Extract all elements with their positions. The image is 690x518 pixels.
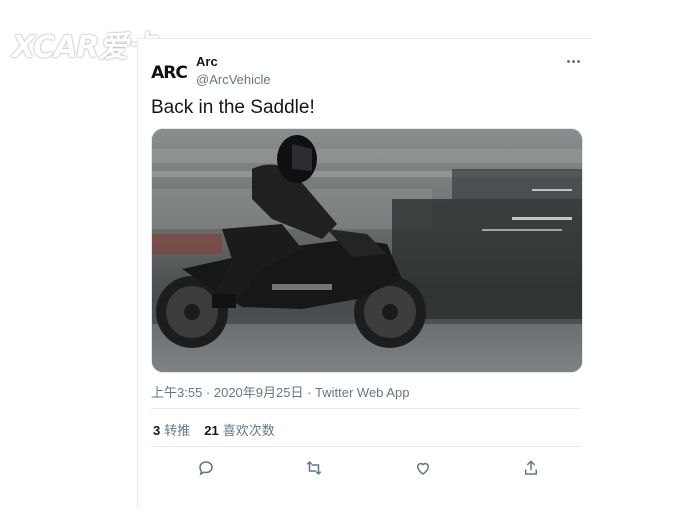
divider-top (151, 408, 581, 409)
retweet-stat[interactable]: 3 转推 (153, 420, 190, 439)
tweet-text: Back in the Saddle! (151, 97, 315, 118)
like-stat[interactable]: 21 喜欢次数 (204, 420, 274, 439)
tweet-header: ARC Arc @ArcVehicle (151, 51, 581, 91)
like-icon[interactable] (412, 457, 434, 479)
reply-icon[interactable] (195, 457, 217, 479)
tweet-actions (151, 457, 581, 481)
avatar[interactable]: ARC (151, 55, 188, 91)
motorcycle-photo (152, 129, 582, 372)
display-name[interactable]: Arc (196, 54, 218, 69)
user-handle[interactable]: @ArcVehicle (196, 72, 271, 87)
tweet-photo[interactable] (151, 128, 583, 373)
more-icon[interactable] (565, 56, 581, 66)
tweet-card: ARC Arc @ArcVehicle Back in the Saddle! (137, 38, 593, 509)
tweet-stats: 3 转推 21 喜欢次数 (153, 420, 275, 439)
tweet-timestamp[interactable]: 上午3:55 · 2020年9月25日 · Twitter Web App (151, 382, 409, 401)
retweet-icon[interactable] (303, 457, 325, 479)
divider-bottom (151, 446, 581, 447)
share-icon[interactable] (520, 457, 542, 479)
watermark-logo: XCAR爱卡 (12, 30, 157, 65)
